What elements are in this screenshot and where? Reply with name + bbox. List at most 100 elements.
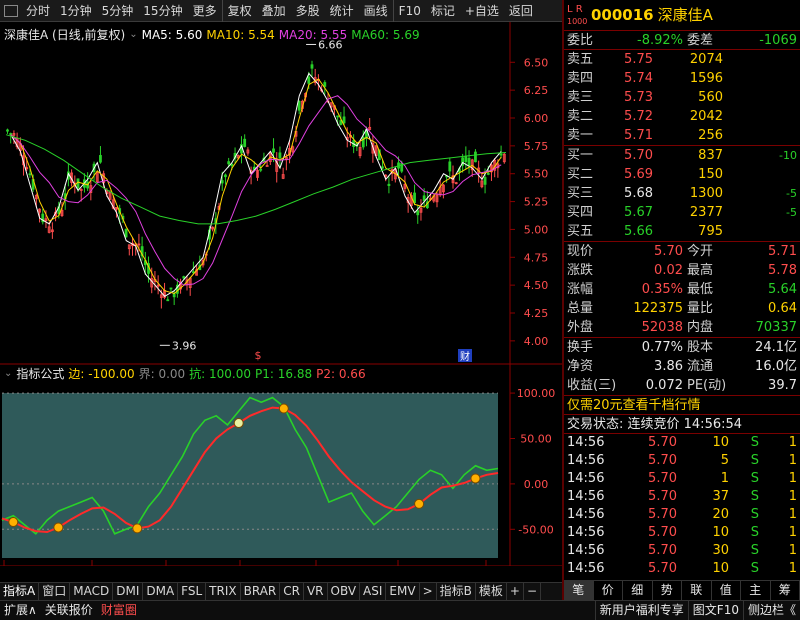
stat-value: 70337 xyxy=(755,320,797,335)
sub-y-tick-label: 50.00 xyxy=(520,432,552,445)
right-tab[interactable]: 联 xyxy=(682,581,712,600)
stock-marks: L R 1000 xyxy=(567,4,587,30)
window-icon[interactable] xyxy=(4,4,18,17)
ask-volume: 2074 xyxy=(689,52,723,67)
toolbar-item[interactable]: 更多 xyxy=(188,0,222,22)
status-item[interactable]: 侧边栏《 xyxy=(742,601,800,620)
right-tab[interactable]: 笔 xyxy=(564,581,594,600)
toolbar-item[interactable]: 1分钟 xyxy=(55,0,97,22)
tick-p: 5.70 xyxy=(648,471,677,486)
ask-volume: 256 xyxy=(698,128,723,143)
chevron-down-icon[interactable]: ⌄ xyxy=(4,368,12,379)
indicator-tab[interactable]: 窗口 xyxy=(39,583,71,600)
toolbar-item[interactable]: 叠加 xyxy=(257,0,291,22)
status-item[interactable]: 新用户福利专享 xyxy=(594,601,688,620)
candle-body xyxy=(387,183,391,186)
stat-row: 涨幅 0.35% 最低 5.64 xyxy=(564,280,800,299)
chevron-down-icon[interactable]: ⌄ xyxy=(129,29,137,40)
tick-row: 14:56 5.70 1 S 1 xyxy=(564,470,800,488)
stat-label: 净资 xyxy=(567,359,594,374)
low-label: 3.96 xyxy=(172,339,197,352)
tick-s: S xyxy=(750,561,759,576)
weibi-row: 委比 -8.92% 委差 -1069 xyxy=(564,30,800,49)
y-tick-label: 5.00 xyxy=(524,223,549,236)
right-tab[interactable]: 细 xyxy=(623,581,653,600)
y-tick-label: 4.00 xyxy=(524,335,549,348)
candle-body xyxy=(448,161,452,172)
stock-marks-text: L R xyxy=(567,4,583,15)
sub-y-tick-label: 100.00 xyxy=(517,387,556,400)
indicator-tab[interactable]: TRIX xyxy=(206,583,241,600)
indicator-tab[interactable]: EMV xyxy=(386,583,420,600)
candle-body xyxy=(124,228,128,238)
indicator-tab[interactable]: DMI xyxy=(113,583,144,600)
stat-label: 外盘 xyxy=(567,320,594,335)
stat-value: 16.0亿 xyxy=(755,359,797,374)
bid-label: 买四 xyxy=(567,205,594,220)
candle-body xyxy=(99,155,102,163)
tick-p: 5.70 xyxy=(648,543,677,558)
p1-label: P1: 16.88 xyxy=(255,366,313,381)
toolbar-item[interactable]: 标记 xyxy=(426,0,460,22)
bid-price: 5.68 xyxy=(624,186,653,201)
toolbar-item[interactable]: 画线 xyxy=(359,0,393,22)
tick-s: S xyxy=(750,453,759,468)
toolbar-item[interactable]: 统计 xyxy=(325,0,359,22)
status-item[interactable]: 图文F10 xyxy=(687,601,743,620)
indicator-tab[interactable]: 模板 xyxy=(476,583,507,600)
candle-body xyxy=(243,138,247,147)
toolbar-item[interactable]: 多股 xyxy=(291,0,325,22)
indicator-tab[interactable]: CR xyxy=(280,583,304,600)
promo-link[interactable]: 仅需20元查看千档行情 xyxy=(564,395,800,414)
stat-label: PE(动) xyxy=(687,378,727,393)
tick-s: S xyxy=(750,489,759,504)
ask-price: 5.72 xyxy=(624,109,653,124)
stat-value: 39.7 xyxy=(768,378,797,393)
finance-marker: 财 xyxy=(460,350,470,363)
toolbar-item[interactable]: 5分钟 xyxy=(97,0,139,22)
stat-row: 涨跌 0.02 最高 5.78 xyxy=(564,261,800,280)
tick-n: 1 xyxy=(788,453,797,468)
indicator-tab[interactable]: ASI xyxy=(360,583,387,600)
status-item[interactable]: 财富圈 xyxy=(97,601,141,620)
toolbar-item[interactable]: F10 xyxy=(392,0,426,22)
right-tab[interactable]: 价 xyxy=(594,581,623,600)
bid-label: 买五 xyxy=(567,224,594,239)
tick-list[interactable]: 14:56 5.70 10 S 1 14:56 5.70 5 S 1 14:56 5.70 1 S 1 14:… xyxy=(564,433,800,578)
toolbar-item[interactable]: 分时 xyxy=(21,0,55,22)
right-tab[interactable]: 主 xyxy=(741,581,771,600)
toolbar-item[interactable]: 返回 xyxy=(504,0,538,22)
status-item[interactable]: 关联报价 xyxy=(41,601,97,620)
indicator-tab[interactable]: MACD xyxy=(70,583,114,600)
indicator-tab[interactable]: − xyxy=(524,583,542,600)
ask-price: 5.73 xyxy=(624,90,653,105)
right-tab[interactable]: 筹 xyxy=(771,581,800,600)
indicator-tab[interactable]: 指标B xyxy=(437,583,476,600)
toolbar-item[interactable]: 15分钟 xyxy=(138,0,187,22)
indicator-tab[interactable]: 指标A xyxy=(0,583,40,600)
candle-body xyxy=(486,172,490,175)
chart-svg[interactable]: 4.00 4.25 4.50 4.75 5.00 5.25 5.50 5.75 6.00 6.25… xyxy=(0,22,562,566)
status-item[interactable]: 扩展∧ xyxy=(0,601,41,620)
kline-chart[interactable]: 4.00 4.25 4.50 4.75 5.00 5.25 5.50 5.75 6.00 6.25… xyxy=(0,22,562,566)
indicator-tab[interactable]: + xyxy=(507,583,524,600)
ask-volume: 1596 xyxy=(689,71,723,86)
toolbar-item[interactable]: +自选 xyxy=(460,0,504,22)
indicator-tab[interactable]: OBV xyxy=(328,583,361,600)
indicator-tab[interactable]: VR xyxy=(304,583,328,600)
indicator-tab[interactable]: > xyxy=(420,583,437,600)
stat-label: 量比 xyxy=(687,301,714,316)
indicator-tab[interactable]: BRAR xyxy=(241,583,281,600)
stat-value: 122375 xyxy=(633,301,683,316)
sub-y-tick-label: 0.00 xyxy=(524,478,549,491)
stat-label: 内盘 xyxy=(687,320,714,335)
y-tick-label: 5.75 xyxy=(524,140,549,153)
toolbar-item[interactable]: 复权 xyxy=(221,0,257,22)
tick-n: 1 xyxy=(788,525,797,540)
indicator-tab[interactable]: FSL xyxy=(178,583,207,600)
right-tab[interactable]: 势 xyxy=(653,581,682,600)
wei-bi-value: -8.92% xyxy=(637,33,683,48)
candle-body xyxy=(272,148,275,153)
indicator-tab[interactable]: DMA xyxy=(143,583,179,600)
right-tab[interactable]: 值 xyxy=(712,581,741,600)
